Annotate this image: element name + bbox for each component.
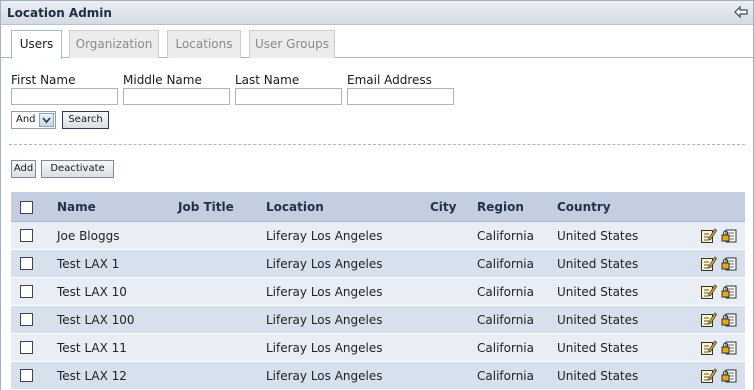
table-row: Test LAX 1 Liferay Los Angeles Californi… <box>11 250 745 278</box>
cell-country: United States <box>557 257 639 271</box>
edit-icon[interactable] <box>700 227 717 244</box>
cell-region: California <box>477 285 534 299</box>
permissions-icon[interactable] <box>721 311 738 328</box>
cell-region: California <box>477 369 534 383</box>
row-checkbox[interactable] <box>20 313 33 326</box>
edit-icon[interactable] <box>700 367 717 384</box>
cell-location: Liferay Los Angeles <box>266 285 383 299</box>
column-header-name[interactable]: Name <box>57 200 96 214</box>
email-address-label: Email Address <box>347 73 432 87</box>
table-row: Test LAX 100 Liferay Los Angeles Califor… <box>11 306 745 334</box>
search-button[interactable]: Search <box>62 111 109 129</box>
table-header: Name Job Title Location City Region Coun… <box>11 192 745 222</box>
cell-name[interactable]: Test LAX 12 <box>57 369 127 383</box>
column-header-job-title[interactable]: Job Title <box>178 200 234 214</box>
edit-icon[interactable] <box>700 255 717 272</box>
cell-region: California <box>477 257 534 271</box>
table-row: Test LAX 12 Liferay Los Angeles Californ… <box>11 362 745 390</box>
cell-name[interactable]: Test LAX 100 <box>57 313 135 327</box>
tab-locations[interactable]: Locations <box>167 30 241 58</box>
row-checkbox[interactable] <box>20 257 33 270</box>
permissions-icon[interactable] <box>721 283 738 300</box>
edit-icon[interactable] <box>700 339 717 356</box>
last-name-input[interactable] <box>235 88 342 105</box>
cell-name[interactable]: Test LAX 10 <box>57 285 127 299</box>
column-header-city[interactable]: City <box>430 200 456 214</box>
cell-country: United States <box>557 313 639 327</box>
tab-users[interactable]: Users <box>11 30 62 59</box>
cell-country: United States <box>557 369 639 383</box>
cell-region: California <box>477 341 534 355</box>
permissions-icon[interactable] <box>721 339 738 356</box>
row-checkbox[interactable] <box>20 369 33 382</box>
add-button[interactable]: Add <box>11 160 36 178</box>
cell-location: Liferay Los Angeles <box>266 229 383 243</box>
permissions-icon[interactable] <box>721 367 738 384</box>
permissions-icon[interactable] <box>721 255 738 272</box>
cell-country: United States <box>557 229 639 243</box>
and-or-select[interactable]: And <box>11 111 56 129</box>
cell-location: Liferay Los Angeles <box>266 257 383 271</box>
email-address-input[interactable] <box>347 88 454 105</box>
column-header-region[interactable]: Region <box>477 200 524 214</box>
middle-name-input[interactable] <box>123 88 230 105</box>
cell-country: United States <box>557 285 639 299</box>
cell-name[interactable]: Test LAX 11 <box>57 341 127 355</box>
table-row: Joe Bloggs Liferay Los Angeles Californi… <box>11 222 745 250</box>
last-name-label: Last Name <box>235 73 300 87</box>
row-checkbox[interactable] <box>20 341 33 354</box>
cell-location: Liferay Los Angeles <box>266 341 383 355</box>
cell-name[interactable]: Test LAX 1 <box>57 257 119 271</box>
row-checkbox[interactable] <box>20 285 33 298</box>
and-or-select-value: And <box>16 114 36 125</box>
deactivate-button[interactable]: Deactivate <box>41 160 114 178</box>
table-row: Test LAX 10 Liferay Los Angeles Californ… <box>11 278 745 306</box>
cell-location: Liferay Los Angeles <box>266 369 383 383</box>
portlet-title: Location Admin <box>7 6 112 20</box>
edit-icon[interactable] <box>700 283 717 300</box>
users-table: Name Job Title Location City Region Coun… <box>11 192 745 390</box>
tab-bar: Users Organization Locations User Groups <box>1 30 753 59</box>
location-admin-portlet: Location Admin Users Organization Locati… <box>0 0 754 390</box>
table-row: Test LAX 11 Liferay Los Angeles Californ… <box>11 334 745 362</box>
chevron-down-icon[interactable] <box>39 113 54 127</box>
cell-region: California <box>477 313 534 327</box>
column-header-location[interactable]: Location <box>266 200 324 214</box>
tab-organization[interactable]: Organization <box>69 30 159 58</box>
middle-name-label: Middle Name <box>123 73 202 87</box>
back-arrow-icon[interactable] <box>733 4 749 20</box>
cell-region: California <box>477 229 534 243</box>
section-divider <box>9 144 745 145</box>
edit-icon[interactable] <box>700 311 717 328</box>
first-name-label: First Name <box>11 73 76 87</box>
cell-country: United States <box>557 341 639 355</box>
column-header-country[interactable]: Country <box>557 200 611 214</box>
row-checkbox[interactable] <box>20 229 33 242</box>
select-all-checkbox[interactable] <box>20 201 33 214</box>
permissions-icon[interactable] <box>721 227 738 244</box>
tab-user-groups[interactable]: User Groups <box>249 30 335 58</box>
portlet-titlebar: Location Admin <box>1 1 753 25</box>
first-name-input[interactable] <box>11 88 118 105</box>
cell-name[interactable]: Joe Bloggs <box>57 229 119 243</box>
cell-location: Liferay Los Angeles <box>266 313 383 327</box>
